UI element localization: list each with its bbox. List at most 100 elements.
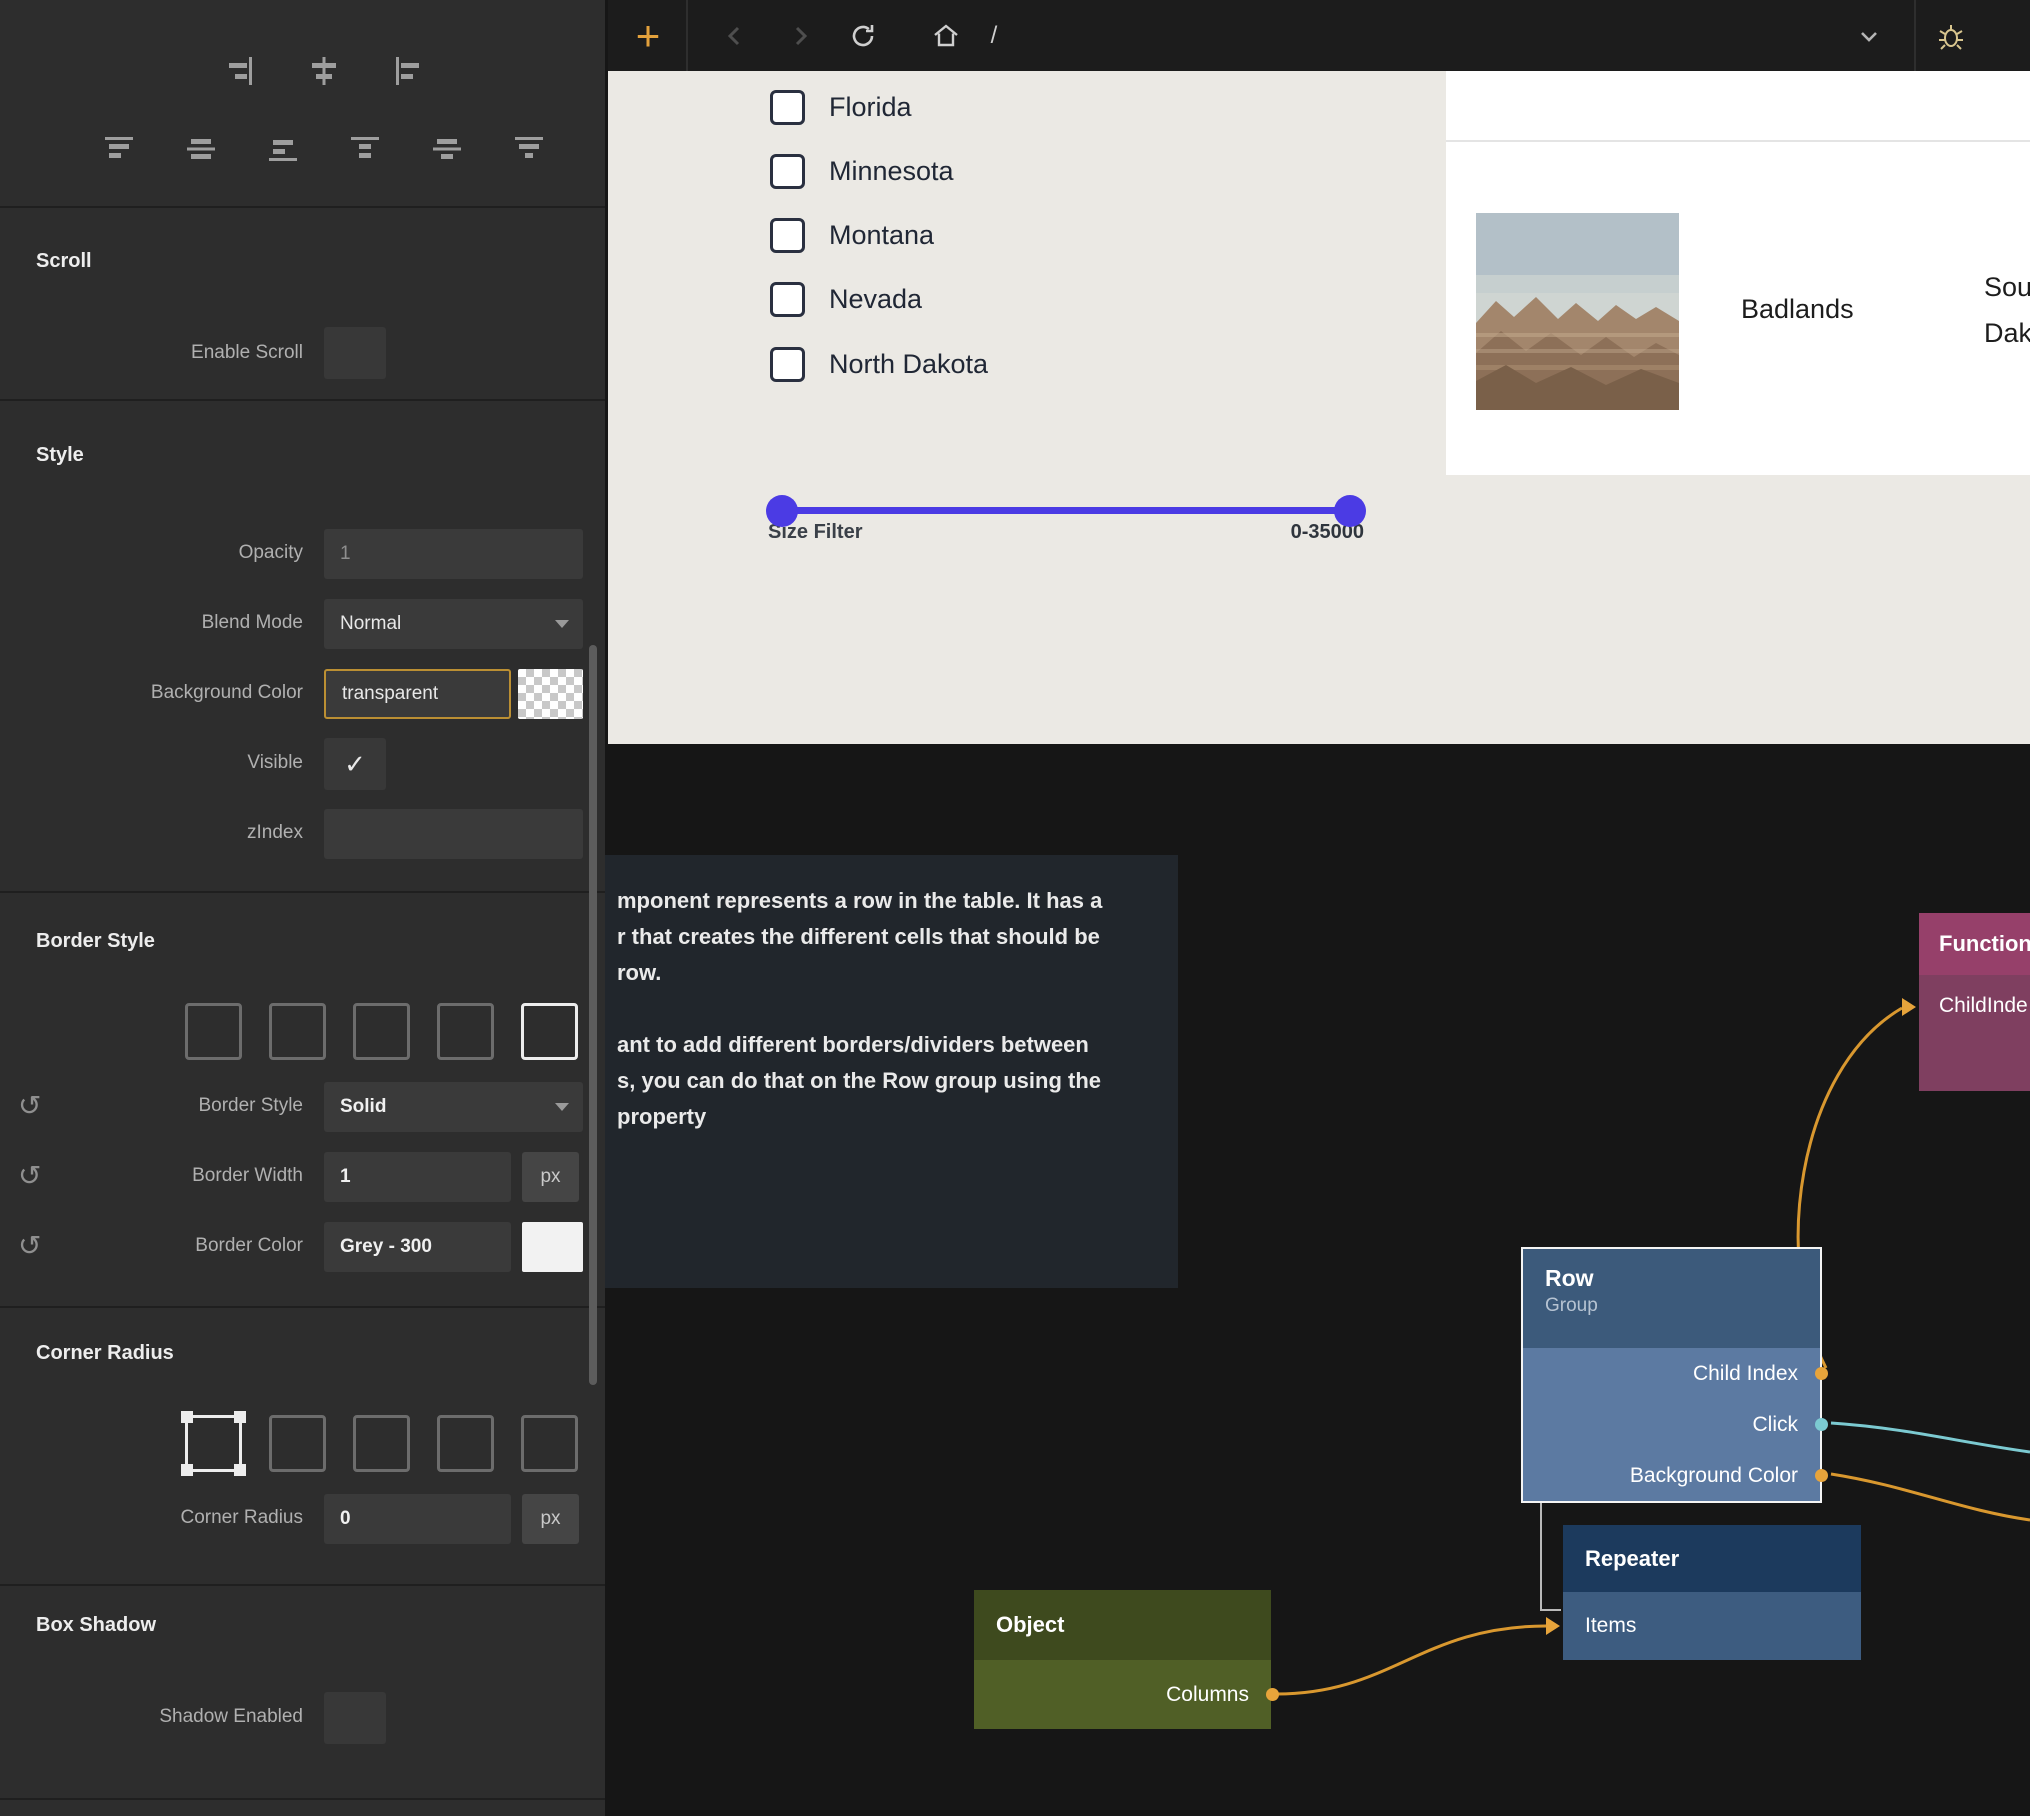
home-button[interactable] [929, 0, 963, 71]
checkbox-label: Florida [829, 92, 912, 123]
wire-click-out[interactable] [1831, 1423, 2030, 1452]
wire-background-color-out[interactable] [1831, 1474, 2030, 1520]
chevron-right-icon [787, 23, 813, 49]
corner-option-all[interactable] [185, 1415, 242, 1472]
node-function-header[interactable]: Function [1919, 913, 2030, 975]
url-path[interactable]: / [982, 0, 1006, 71]
distribute-top-icon[interactable] [347, 131, 383, 167]
forward-button[interactable] [785, 0, 815, 71]
border-color-label: Border Color [0, 1235, 303, 1257]
state-list-item[interactable]: North Dakota [770, 346, 988, 382]
port-dot-child-index[interactable] [1815, 1367, 1828, 1380]
port-b[interactable]: b [1919, 1037, 2030, 1091]
node-title: Object [996, 1612, 1064, 1637]
checkbox-north-dakota[interactable] [770, 347, 805, 382]
corner-radius-unit[interactable]: px [522, 1494, 579, 1544]
checkbox-montana[interactable] [770, 218, 805, 253]
corner-radius-input[interactable]: 0 [324, 1494, 511, 1544]
port-child-index[interactable]: Child Index [1523, 1348, 1820, 1399]
checkbox-label: North Dakota [829, 349, 988, 380]
align-bottom-icon[interactable] [265, 131, 301, 167]
slider-handle-min[interactable] [766, 495, 798, 527]
corner-option-5[interactable] [521, 1415, 578, 1472]
port-childindex[interactable]: ChildInde [1919, 975, 2030, 1037]
state-list-item[interactable]: Nevada [770, 281, 922, 317]
node-repeater[interactable]: Repeater Items [1563, 1525, 1861, 1660]
border-style-select[interactable]: Solid [324, 1082, 583, 1132]
reload-button[interactable] [846, 0, 880, 71]
corner-option-4[interactable] [437, 1415, 494, 1472]
corner-radius-label: Corner Radius [0, 1507, 303, 1529]
shadow-enabled-checkbox[interactable] [324, 1692, 386, 1744]
background-color-input[interactable]: transparent [324, 669, 511, 719]
border-side-option-2[interactable] [269, 1003, 326, 1060]
corner-option-3[interactable] [353, 1415, 410, 1472]
checkbox-label: Nevada [829, 284, 922, 315]
node-object[interactable]: Object Columns [974, 1590, 1271, 1729]
port-columns[interactable]: Columns [974, 1660, 1271, 1729]
node-object-header[interactable]: Object [974, 1590, 1271, 1660]
input-arrow-icon[interactable] [1546, 1617, 1560, 1635]
section-title-border-style: Border Style [36, 930, 155, 953]
viewport-dropdown-button[interactable] [1854, 0, 1884, 71]
node-title: Row [1545, 1265, 1820, 1292]
background-color-swatch[interactable] [518, 669, 583, 719]
wire-columns-to-items[interactable] [1272, 1626, 1546, 1694]
add-tab-button[interactable]: + [626, 0, 670, 71]
checkbox-nevada[interactable] [770, 282, 805, 317]
zindex-input[interactable] [324, 809, 583, 859]
border-width-input[interactable]: 1 [324, 1152, 511, 1202]
result-card[interactable]: Badlands Sou Dak [1446, 71, 2030, 475]
blend-mode-select[interactable]: Normal [324, 599, 583, 649]
checkbox-minnesota[interactable] [770, 154, 805, 189]
card-region-line2: Dak [1984, 318, 2030, 349]
state-list-item[interactable]: Florida [770, 89, 912, 125]
port-dot-click[interactable] [1815, 1418, 1828, 1431]
border-side-option-all[interactable] [521, 1003, 578, 1060]
node-title: Repeater [1585, 1546, 1679, 1571]
align-right-edges-icon[interactable] [222, 53, 258, 89]
badlands-photo [1476, 213, 1679, 410]
border-color-input[interactable]: Grey - 300 [324, 1222, 511, 1272]
port-items[interactable]: Items [1563, 1592, 1861, 1660]
distribute-bottom-icon[interactable] [511, 131, 547, 167]
back-button[interactable] [720, 0, 750, 71]
border-style-value: Solid [340, 1096, 386, 1118]
visible-checkbox[interactable] [324, 738, 386, 790]
checkbox-florida[interactable] [770, 90, 805, 125]
tooltip-line: property [617, 1099, 1164, 1135]
scrollbar-thumb[interactable] [589, 645, 597, 1385]
border-side-option-3[interactable] [353, 1003, 410, 1060]
port-dot-columns[interactable] [1266, 1688, 1279, 1701]
corner-option-2[interactable] [269, 1415, 326, 1472]
port-background-color[interactable]: Background Color [1523, 1450, 1820, 1501]
input-arrow-icon[interactable] [1902, 998, 1916, 1016]
node-function[interactable]: Function ChildInde b [1919, 913, 2030, 1091]
slider-handle-max[interactable] [1334, 495, 1366, 527]
chevron-down-icon [1855, 22, 1883, 50]
state-list-item[interactable]: Minnesota [770, 153, 954, 189]
port-click[interactable]: Click [1523, 1399, 1820, 1450]
align-middle-icon[interactable] [183, 131, 219, 167]
align-left-edges-icon[interactable] [390, 53, 426, 89]
node-repeater-header[interactable]: Repeater [1563, 1525, 1861, 1592]
size-filter-slider-track[interactable] [782, 507, 1350, 514]
state-list-item[interactable]: Montana [770, 217, 934, 253]
opacity-label: Opacity [0, 542, 303, 564]
debug-button[interactable] [1934, 0, 1968, 71]
node-row-header[interactable]: Row Group [1523, 1249, 1820, 1348]
help-tooltip: mponent represents a row in the table. I… [605, 855, 1178, 1288]
align-top-icon[interactable] [101, 131, 137, 167]
port-dot-background-color[interactable] [1815, 1469, 1828, 1482]
app-root: mponent represents a row in the table. I… [0, 0, 2030, 1816]
border-color-swatch[interactable] [522, 1222, 583, 1272]
border-side-option-1[interactable] [185, 1003, 242, 1060]
border-side-option-4[interactable] [437, 1003, 494, 1060]
node-row-group[interactable]: Row Group Child Index Click Background C… [1521, 1247, 1822, 1503]
opacity-input[interactable]: 1 [324, 529, 583, 579]
distribute-middle-icon[interactable] [429, 131, 465, 167]
border-width-unit[interactable]: px [522, 1152, 579, 1202]
tooltip-line: s, you can do that on the Row group usin… [617, 1063, 1164, 1099]
align-center-horizontal-icon[interactable] [306, 53, 342, 89]
enable-scroll-checkbox[interactable] [324, 327, 386, 379]
